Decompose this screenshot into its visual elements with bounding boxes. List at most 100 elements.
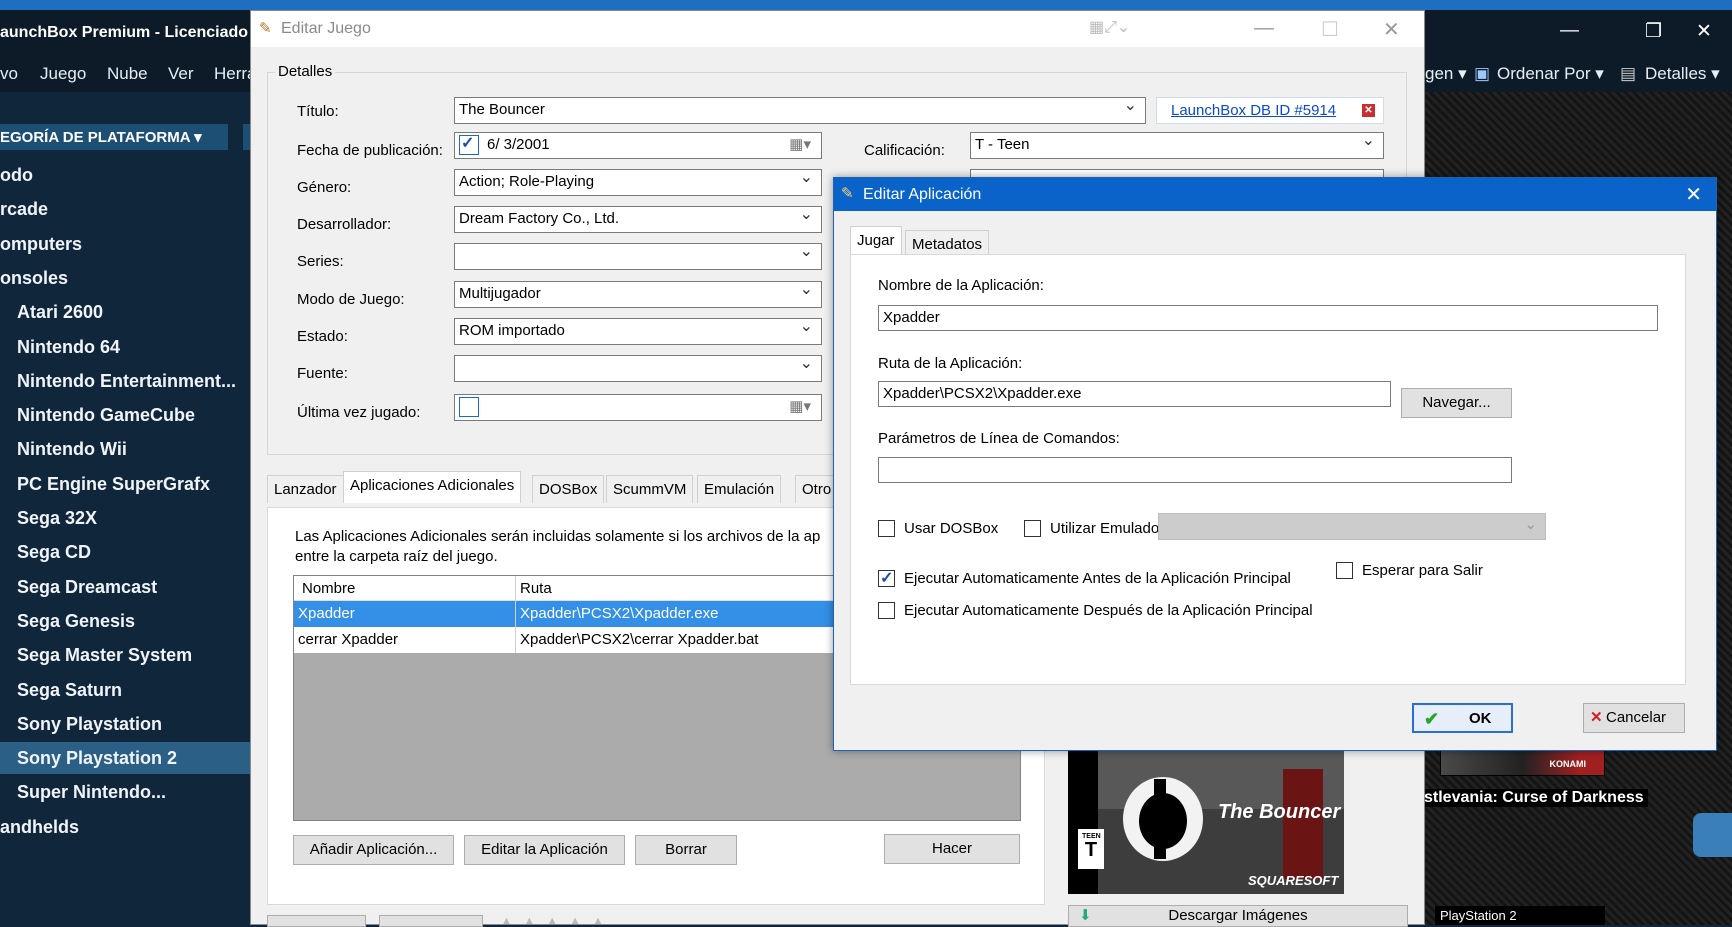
tab-lanzador[interactable]: Lanzador (267, 475, 344, 503)
add-application-button[interactable]: Añadir Aplicación... (293, 835, 454, 865)
titulo-combo[interactable]: The Bouncer (454, 97, 1146, 124)
menu-imagen[interactable]: gen ▾ (1425, 64, 1467, 84)
sidebar-item[interactable]: Sony Playstation (0, 708, 162, 740)
ruta-input[interactable]: Xpadder\PCSX2\Xpadder.exe (878, 381, 1391, 407)
remove-link-icon[interactable]: ✕ (1362, 104, 1375, 117)
game-cover-image[interactable]: T The Bouncer SQUARESOFT TEEN (1068, 749, 1344, 894)
menu-nube[interactable]: Nube (107, 64, 148, 84)
esperar-label[interactable]: Esperar para Salir (1362, 562, 1483, 579)
menu-ordenar-por[interactable]: Ordenar Por ▾ (1497, 64, 1604, 84)
konami-logo: KONAMI (1549, 759, 1587, 769)
ok-button[interactable]: ✔ OK (1412, 703, 1513, 733)
partial-button[interactable] (267, 915, 366, 927)
menu-detalles[interactable]: Detalles ▾ (1645, 64, 1720, 84)
sidebar-item[interactable]: Sega Dreamcast (0, 571, 157, 603)
sidebar-item[interactable]: omputers (0, 228, 82, 260)
sidebar-item[interactable]: Nintendo Wii (0, 433, 127, 465)
row-ruta: Xpadder\PCSX2\cerrar Xpadder.bat (520, 631, 759, 648)
side-scroll-handle[interactable] (1693, 813, 1732, 857)
tab-dosbox[interactable]: DOSBox (532, 475, 605, 503)
utilizar-emulador-checkbox[interactable] (1024, 520, 1041, 537)
fecha-checkbox[interactable] (459, 133, 479, 155)
usar-dosbox-checkbox[interactable] (878, 520, 895, 537)
sidebar-item[interactable]: andhelds (0, 811, 79, 843)
parametros-input[interactable] (878, 457, 1512, 483)
close-icon[interactable]: ✕ (1685, 182, 1702, 207)
maximize-icon[interactable]: ☐ (1321, 17, 1339, 42)
antes-checkbox[interactable] (878, 568, 895, 588)
calendar-icon[interactable]: ▦▾ (789, 135, 811, 153)
navegar-button[interactable]: Navegar... (1401, 388, 1512, 418)
minimize-icon[interactable]: — (1560, 20, 1579, 42)
sidebar-item[interactable]: Nintendo Entertainment... (0, 365, 236, 397)
tab-aplicaciones-adicionales[interactable]: Aplicaciones Adicionales (343, 471, 522, 503)
fecha-picker[interactable]: 6/ 3/2001 ▦▾ (454, 132, 822, 159)
menu-juego[interactable]: Juego (40, 64, 86, 84)
sidebar-item[interactable]: Sega Genesis (0, 605, 135, 637)
row-ruta: Xpadder\PCSX2\Xpadder.exe (520, 605, 719, 622)
utilizar-emulador-label[interactable]: Utilizar Emulado (1050, 520, 1159, 537)
partial-button[interactable] (379, 915, 483, 927)
modo-combo[interactable]: Multijugador (454, 281, 822, 308)
game-title-label[interactable]: stlevania: Curse of Darkness (1420, 789, 1648, 807)
emulator-dropdown: ⌄ (1158, 513, 1546, 540)
sidebar-item[interactable]: Sony Playstation 2 (0, 742, 250, 775)
cancelar-button[interactable]: ✕ Cancelar (1583, 703, 1685, 733)
restore-icon[interactable]: ❐ (1645, 20, 1662, 43)
desarrollador-label: Desarrollador: (297, 216, 392, 233)
sidebar-item[interactable]: PC Engine SuperGrafx (0, 468, 210, 500)
despues-label[interactable]: Ejecutar Automaticamente Después de la A… (904, 602, 1313, 619)
delete-button[interactable]: Borrar (635, 835, 737, 865)
sidebar-item[interactable]: Super Nintendo... (0, 776, 166, 808)
genero-combo[interactable]: Action; Role-Playing (454, 169, 822, 196)
estado-combo[interactable]: ROM importado (454, 318, 822, 345)
grid-icon[interactable]: ▦⤢⌄ (1089, 17, 1130, 37)
sidebar-item[interactable]: Nintendo GameCube (0, 399, 195, 431)
os-accent-bar (0, 0, 1732, 10)
tab-emulacion[interactable]: Emulación (697, 475, 782, 503)
close-icon[interactable]: ✕ (1696, 20, 1712, 43)
antes-label[interactable]: Ejecutar Automaticamente Antes de la Apl… (904, 570, 1291, 587)
sidebar-item[interactable]: Sega 32X (0, 502, 97, 534)
menu-archivo[interactable]: vo (0, 64, 18, 84)
sidebar-item[interactable]: Sega CD (0, 536, 91, 568)
usar-dosbox-label[interactable]: Usar DOSBox (904, 520, 998, 537)
editar-aplicacion-dialog: ✎ Editar Aplicación ✕ Jugar Metadatos No… (833, 177, 1717, 751)
db-link[interactable]: LaunchBox DB ID #5914 (1171, 102, 1336, 119)
sidebar-item[interactable]: onsoles (0, 262, 68, 294)
sidebar-item[interactable]: rcade (0, 193, 48, 225)
tab-scummvm[interactable]: ScummVM (606, 475, 694, 503)
ok-label: OK (1469, 710, 1492, 727)
category-dropdown[interactable]: EGORÍA DE PLATAFORMA ▾ (0, 124, 228, 150)
column-nombre[interactable]: Nombre (302, 580, 355, 597)
close-icon[interactable]: ✕ (1383, 17, 1400, 42)
tab-otro[interactable]: Otro (795, 475, 839, 503)
do-button[interactable]: Hacer (884, 834, 1020, 864)
cancelar-label: Cancelar (1606, 709, 1667, 726)
sidebar-item[interactable]: odo (0, 159, 33, 191)
menu-ver[interactable]: Ver (168, 64, 194, 84)
nombre-input[interactable]: Xpadder (878, 305, 1658, 331)
desarrollador-combo[interactable]: Dream Factory Co., Ltd. (454, 206, 822, 233)
minimize-icon[interactable]: — (1254, 17, 1274, 40)
editar-aplicacion-titlebar: ✎ Editar Aplicación ✕ (834, 178, 1716, 211)
sidebar-item[interactable]: Atari 2600 (0, 296, 103, 328)
sidebar-item[interactable]: Nintendo 64 (0, 331, 120, 363)
calificacion-combo[interactable]: T - Teen (970, 132, 1384, 159)
sidebar-item[interactable]: Sega Saturn (0, 674, 122, 706)
sidebar-item[interactable]: Sega Master System (0, 639, 192, 671)
ultima-picker[interactable]: ▦▾ (454, 394, 822, 421)
cover-logo: The Bouncer (1218, 801, 1341, 823)
calendar-icon[interactable]: ▦▾ (789, 397, 811, 415)
edit-application-button[interactable]: Editar la Aplicación (464, 835, 625, 865)
fuente-combo[interactable] (454, 355, 822, 382)
esperar-checkbox[interactable] (1336, 562, 1353, 579)
fecha-label: Fecha de publicación: (297, 142, 443, 159)
series-combo[interactable] (454, 243, 822, 270)
reorder-icons[interactable]: ▲▲▲▲▲ (501, 915, 661, 927)
despues-checkbox[interactable] (878, 602, 895, 619)
column-ruta[interactable]: Ruta (520, 580, 552, 597)
download-images-button[interactable]: ⬇ Descargar Imágenes (1068, 905, 1408, 927)
ps2-box-thumbnail[interactable]: PlayStation 2 (1435, 906, 1605, 925)
ultima-checkbox[interactable] (459, 397, 479, 417)
